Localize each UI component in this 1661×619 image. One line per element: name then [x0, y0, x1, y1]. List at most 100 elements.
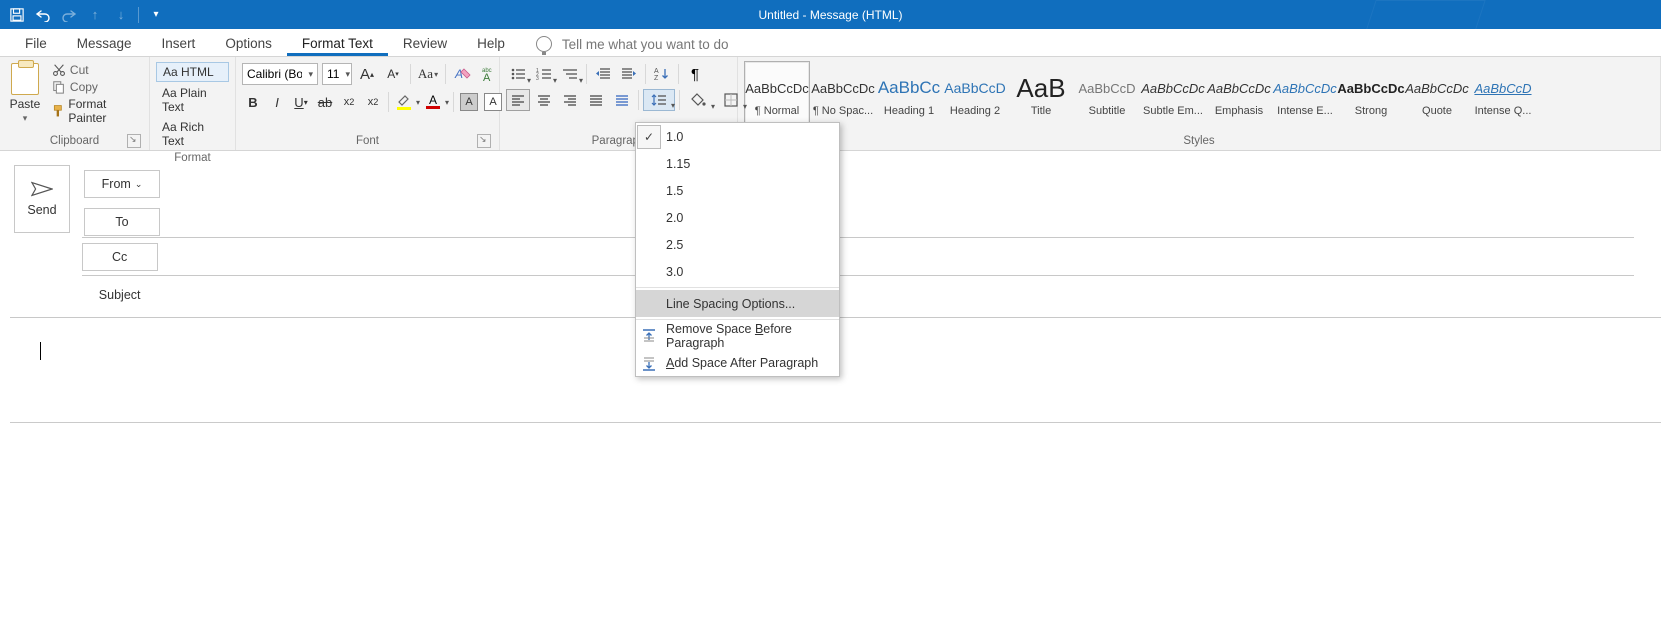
distributed-button[interactable]	[610, 89, 634, 111]
paste-button[interactable]: Paste ▾	[6, 61, 44, 124]
subscript-button[interactable]: x2	[338, 91, 360, 113]
to-button[interactable]: To	[84, 208, 160, 236]
paste-label: Paste	[10, 97, 41, 111]
line-spacing-options-item[interactable]: Line Spacing Options...	[636, 290, 839, 317]
format-plain-button[interactable]: Aa Plain Text	[156, 84, 229, 116]
tab-message[interactable]: Message	[62, 30, 147, 56]
style-name: ¶ Normal	[755, 105, 799, 117]
svg-text:A: A	[454, 67, 463, 81]
line-spacing-2-0[interactable]: 2.0	[636, 204, 839, 231]
style-item-intense-q-[interactable]: AaBbCcDIntense Q...	[1470, 61, 1536, 127]
remove-space-icon	[641, 328, 657, 344]
styles-gallery[interactable]: AaBbCcDc¶ NormalAaBbCcDc¶ No Spac...AaBb…	[744, 61, 1654, 133]
line-spacing-button[interactable]: ▾	[643, 89, 675, 111]
grow-font-button[interactable]: A▴	[356, 63, 378, 85]
style-item-strong[interactable]: AaBbCcDcStrong	[1338, 61, 1404, 127]
tab-review[interactable]: Review	[388, 30, 462, 56]
align-right-button[interactable]	[558, 89, 582, 111]
format-rich-button[interactable]: Aa Rich Text	[156, 118, 229, 150]
shading-button[interactable]: ▾	[684, 89, 714, 111]
chevron-down-icon: ▾	[308, 69, 313, 80]
style-preview: AaBbCcD	[1078, 71, 1135, 105]
style-item-subtle-em-[interactable]: AaBbCcDcSubtle Em...	[1140, 61, 1206, 127]
cc-button[interactable]: Cc	[82, 243, 158, 271]
font-size-value: 11	[327, 67, 339, 81]
style-item-heading-1[interactable]: AaBbCcHeading 1	[876, 61, 942, 127]
tab-format-text[interactable]: Format Text	[287, 30, 388, 56]
increase-indent-button[interactable]	[617, 63, 641, 85]
style-preview: AaBbCcDc	[1207, 71, 1271, 105]
separator	[636, 319, 839, 320]
tell-me[interactable]: Tell me what you want to do	[536, 36, 729, 56]
style-item-subtitle[interactable]: AaBbCcDSubtitle	[1074, 61, 1140, 127]
change-case-button[interactable]: Aa▾	[417, 63, 439, 85]
prev-item-button[interactable]: ↑	[84, 4, 106, 26]
tab-options[interactable]: Options	[210, 30, 287, 56]
tab-file[interactable]: File	[10, 30, 62, 56]
align-center-button[interactable]	[532, 89, 556, 111]
add-space-after-item[interactable]: Add Space After Paragraph	[636, 349, 839, 376]
clipboard-launcher[interactable]	[127, 134, 141, 148]
format-painter-button[interactable]: Format Painter	[48, 96, 143, 126]
style-item--normal[interactable]: AaBbCcDc¶ Normal	[744, 61, 810, 127]
tab-insert[interactable]: Insert	[147, 30, 211, 56]
style-item-quote[interactable]: AaBbCcDcQuote	[1404, 61, 1470, 127]
clear-formatting-button[interactable]: A	[452, 63, 474, 85]
font-size-combo[interactable]: 11▾	[322, 63, 352, 85]
style-item-emphasis[interactable]: AaBbCcDcEmphasis	[1206, 61, 1272, 127]
send-button[interactable]: Send	[14, 165, 70, 233]
numbering-button[interactable]: 123▾	[532, 63, 556, 85]
line-spacing-1-5[interactable]: 1.5	[636, 177, 839, 204]
multilevel-list-button[interactable]: ▾	[558, 63, 582, 85]
superscript-button[interactable]: x2	[362, 91, 384, 113]
next-item-button[interactable]: ↓	[110, 4, 132, 26]
format-html-button[interactable]: Aa HTML	[156, 62, 229, 82]
shrink-font-button[interactable]: A▾	[382, 63, 404, 85]
phonetic-guide-button[interactable]: abcA	[478, 63, 500, 85]
from-button[interactable]: From⌄	[84, 170, 160, 198]
undo-button[interactable]	[32, 4, 54, 26]
cut-button[interactable]: Cut	[48, 62, 143, 78]
style-item-heading-2[interactable]: AaBbCcDHeading 2	[942, 61, 1008, 127]
bold-button[interactable]: B	[242, 91, 264, 113]
char-shading-button[interactable]: A	[458, 91, 480, 113]
paste-caret[interactable]: ▾	[23, 113, 28, 124]
add-space-icon	[641, 355, 657, 371]
line-spacing-1-0[interactable]: ✓1.0	[636, 123, 839, 150]
decrease-indent-button[interactable]	[591, 63, 615, 85]
tell-me-text: Tell me what you want to do	[562, 37, 729, 52]
qat-customize-button[interactable]: ▾	[145, 4, 167, 26]
align-left-button[interactable]	[506, 89, 530, 111]
line-spacing-2-5[interactable]: 2.5	[636, 231, 839, 258]
strikethrough-button[interactable]: ab	[314, 91, 336, 113]
sort-button[interactable]: AZ	[650, 63, 674, 85]
quick-access-toolbar: ↑ ↓ ▾	[0, 4, 167, 26]
line-spacing-1-15[interactable]: 1.15	[636, 150, 839, 177]
copy-button[interactable]: Copy	[48, 79, 143, 95]
underline-button[interactable]: U▾	[290, 91, 312, 113]
spacing-value: 1.5	[662, 184, 839, 198]
spacing-value: 1.15	[662, 157, 839, 171]
bullets-button[interactable]: ▾	[506, 63, 530, 85]
separator	[679, 90, 680, 110]
font-color-button[interactable]: A▾	[422, 91, 449, 113]
tab-help[interactable]: Help	[462, 30, 520, 56]
redo-button[interactable]	[58, 4, 80, 26]
style-item-intense-e-[interactable]: AaBbCcDcIntense E...	[1272, 61, 1338, 127]
line-spacing-3-0[interactable]: 3.0	[636, 258, 839, 285]
group-format-label: Format	[156, 150, 229, 167]
style-item-title[interactable]: AaBTitle	[1008, 61, 1074, 127]
font-launcher[interactable]	[477, 134, 491, 148]
save-button[interactable]	[6, 4, 28, 26]
style-item--no-spac-[interactable]: AaBbCcDc¶ No Spac...	[810, 61, 876, 127]
italic-button[interactable]: I	[266, 91, 288, 113]
separator	[410, 64, 411, 84]
font-name-combo[interactable]: Calibri (Body)▾	[242, 63, 318, 85]
remove-space-before-item[interactable]: Remove Space Before Paragraph	[636, 322, 839, 349]
justify-button[interactable]	[584, 89, 608, 111]
message-body[interactable]	[40, 342, 1661, 365]
highlight-button[interactable]: ▾	[393, 91, 420, 113]
group-styles-label: Styles	[744, 133, 1654, 150]
show-marks-button[interactable]: ¶	[683, 63, 707, 85]
borders-button[interactable]: ▾	[716, 89, 746, 111]
